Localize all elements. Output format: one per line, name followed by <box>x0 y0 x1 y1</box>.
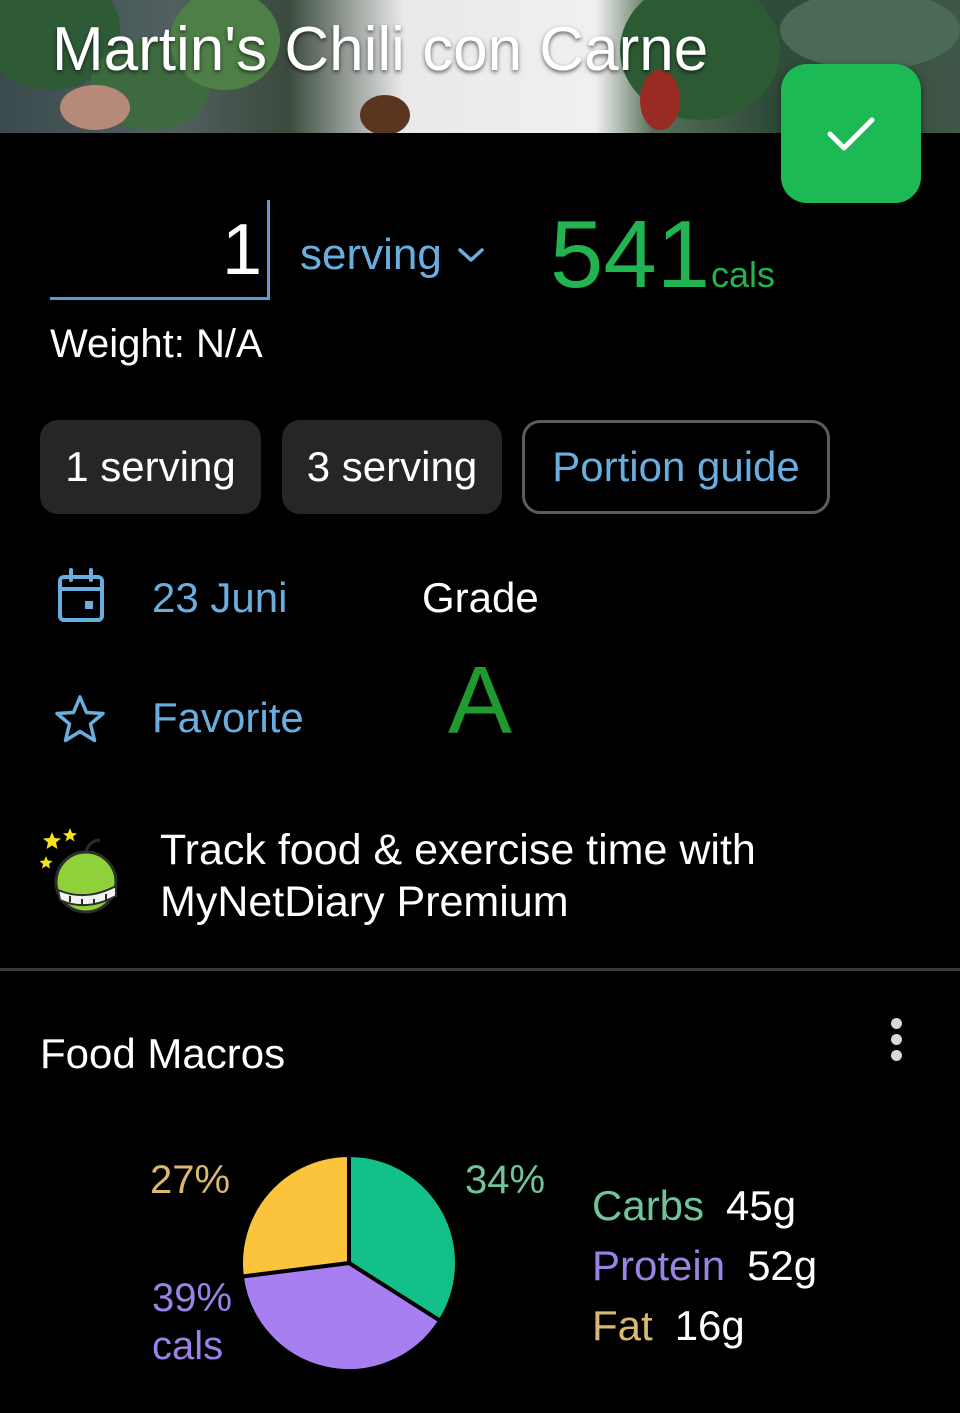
legend-carbs-value: 45g <box>726 1182 797 1229</box>
quantity-value: 1 <box>221 210 262 290</box>
legend-fat: Fat 16g <box>592 1302 745 1350</box>
protein-percent-unit: cals <box>152 1324 224 1368</box>
legend-protein: Protein 52g <box>592 1242 817 1290</box>
legend-protein-value: 52g <box>747 1242 818 1289</box>
fat-percent-label: 27% <box>150 1158 231 1202</box>
macros-pie-chart <box>239 1153 459 1373</box>
legend-protein-label: Protein <box>592 1242 726 1289</box>
checkmark-icon <box>827 117 875 150</box>
calories-unit: cals <box>711 254 776 295</box>
weight-label: Weight: N/A <box>50 322 263 366</box>
promo-line-2: MyNetDiary Premium <box>160 878 569 926</box>
premium-apple-icon[interactable] <box>38 826 122 916</box>
grade-value: A <box>448 647 513 754</box>
grade-label: Grade <box>422 574 539 621</box>
premium-promo[interactable]: Track food & exercise time with MyNetDia… <box>160 824 756 928</box>
section-divider <box>0 968 960 971</box>
portion-guide-button[interactable]: Portion guide <box>522 420 830 514</box>
recipe-title: Martin's Chili con Carne <box>52 15 709 84</box>
calendar-icon[interactable] <box>56 568 106 624</box>
portion-chip-1-serving[interactable]: 1 serving <box>40 420 261 514</box>
unit-label: serving <box>300 230 442 279</box>
more-options-icon[interactable] <box>884 1018 908 1062</box>
favorite-toggle[interactable]: Favorite <box>152 694 304 742</box>
calories-value: 541 <box>550 201 711 308</box>
quantity-input[interactable]: 1 <box>50 200 270 300</box>
legend-fat-label: Fat <box>592 1302 653 1349</box>
confirm-button[interactable] <box>781 64 921 203</box>
unit-dropdown[interactable]: serving <box>300 230 486 280</box>
date-selector[interactable]: 23 Juni <box>152 574 287 622</box>
carbs-percent-label: 34% <box>465 1158 546 1202</box>
legend-fat-value: 16g <box>674 1302 745 1349</box>
star-icon[interactable] <box>54 694 106 744</box>
promo-line-1: Track food & exercise time with <box>160 826 756 874</box>
protein-percent-value: 39% <box>152 1276 233 1320</box>
pie-slice-fat <box>239 1153 351 1279</box>
legend-carbs-label: Carbs <box>592 1182 705 1229</box>
protein-percent-label: 39% cals <box>152 1274 232 1370</box>
macros-title: Food Macros <box>40 1030 286 1077</box>
chevron-down-icon <box>458 248 484 262</box>
legend-carbs: Carbs 45g <box>592 1182 796 1230</box>
text-cursor <box>267 200 270 300</box>
portion-chip-3-serving[interactable]: 3 serving <box>282 420 502 514</box>
